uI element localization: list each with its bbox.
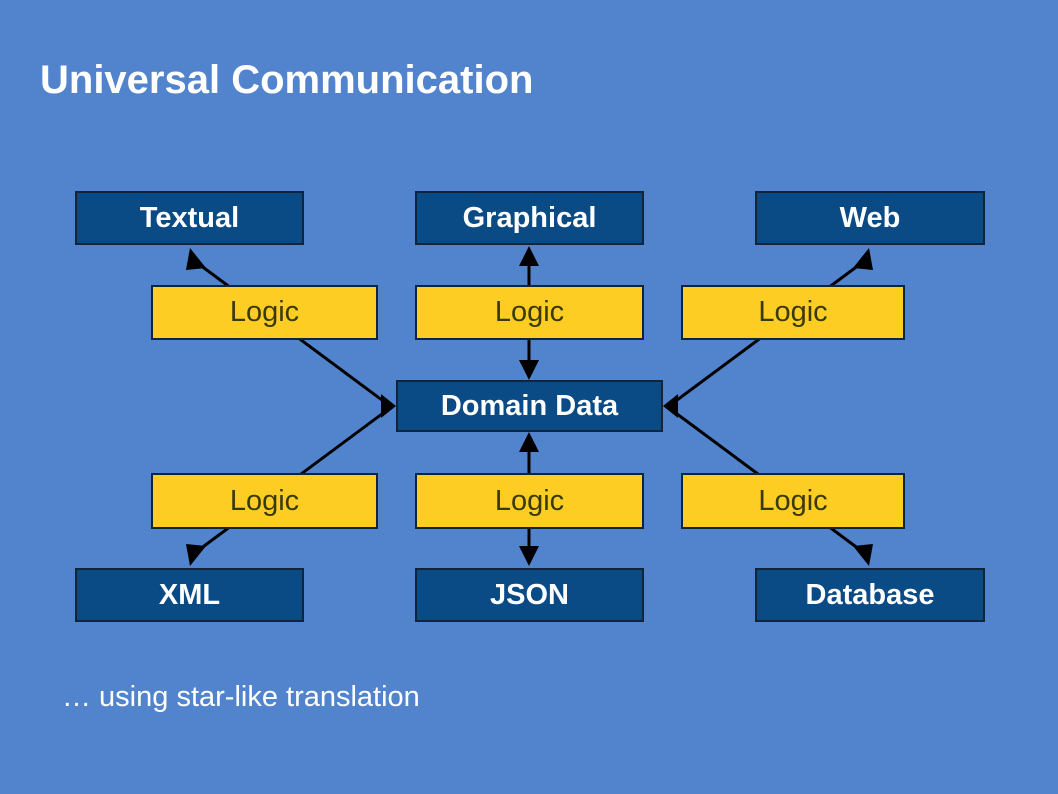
node-database[interactable]: Database: [755, 568, 985, 622]
node-database-label: Database: [805, 578, 935, 611]
slide-canvas: Universal Communication Textual Graphica…: [0, 0, 1058, 794]
node-logic-xml[interactable]: Logic: [151, 473, 378, 529]
node-textual[interactable]: Textual: [75, 191, 304, 245]
node-graphical[interactable]: Graphical: [415, 191, 644, 245]
node-logic-graphical[interactable]: Logic: [415, 285, 644, 340]
node-domain-data[interactable]: Domain Data: [396, 380, 663, 432]
node-logic-graphical-label: Logic: [494, 296, 565, 328]
node-logic-json[interactable]: Logic: [415, 473, 644, 529]
node-logic-web[interactable]: Logic: [681, 285, 905, 340]
node-logic-database-label: Logic: [758, 484, 828, 517]
node-domain-data-label: Domain Data: [440, 389, 619, 422]
node-logic-textual[interactable]: Logic: [151, 285, 378, 340]
node-web-label: Web: [839, 201, 901, 234]
node-json[interactable]: JSON: [415, 568, 644, 622]
node-logic-json-label: Logic: [494, 484, 565, 517]
node-textual-label: Textual: [139, 201, 240, 234]
node-xml-label: XML: [158, 578, 221, 611]
node-json-label: JSON: [490, 578, 569, 611]
node-logic-xml-label: Logic: [229, 484, 300, 517]
node-logic-web-label: Logic: [758, 296, 828, 328]
node-xml[interactable]: XML: [75, 568, 304, 622]
node-web[interactable]: Web: [755, 191, 985, 245]
node-logic-textual-label: Logic: [229, 296, 300, 328]
node-graphical-label: Graphical: [462, 201, 597, 234]
slide-caption: … using star-like translation: [62, 681, 420, 713]
node-logic-database[interactable]: Logic: [681, 473, 905, 529]
